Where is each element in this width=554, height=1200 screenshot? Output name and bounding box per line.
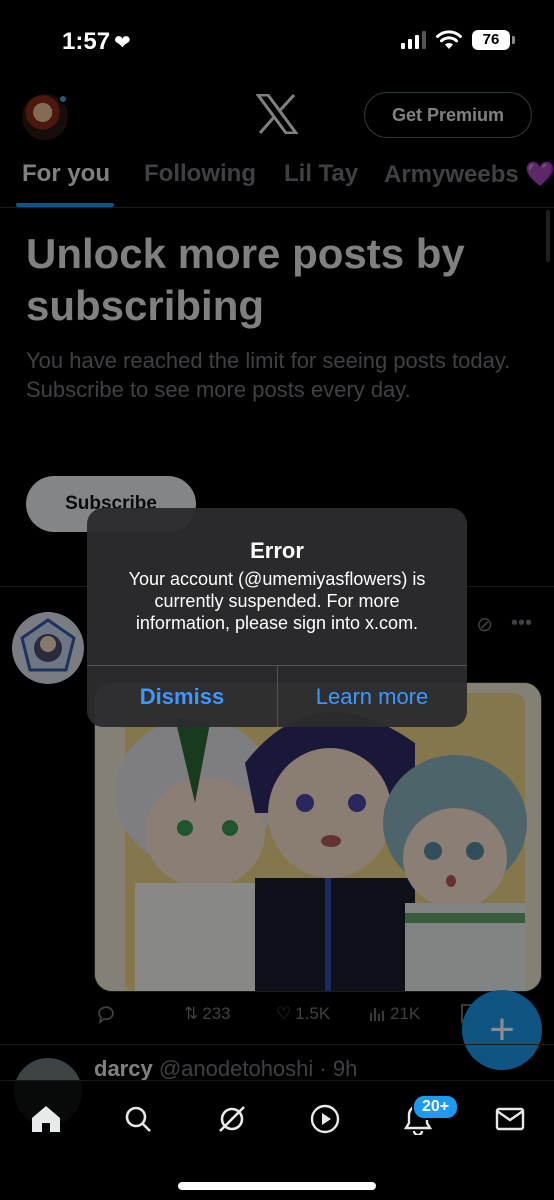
dismiss-button[interactable]: Dismiss (87, 666, 277, 727)
battery-icon: 76 (472, 30, 515, 50)
home-indicator[interactable] (178, 1182, 376, 1190)
nav-messages[interactable] (490, 1099, 530, 1139)
status-bar: 1:57 ❤ 76 (0, 0, 554, 80)
heart-icon: ❤ (114, 31, 131, 54)
home-icon (32, 1106, 60, 1132)
alert-message: Your account (@umemiyasflowers) is curre… (128, 569, 426, 633)
status-time: 1:57 ❤ (62, 28, 131, 56)
nav-search[interactable] (118, 1099, 158, 1139)
grok-icon (219, 1106, 245, 1132)
learn-more-button[interactable]: Learn more (277, 666, 467, 727)
signal-icon (401, 31, 426, 49)
video-icon (310, 1104, 340, 1134)
alert-title: Error (250, 538, 304, 563)
error-alert-dialog: Error Your account (@umemiyasflowers) is… (87, 508, 467, 727)
status-icons: 76 (401, 30, 515, 50)
search-icon (125, 1106, 151, 1132)
notifications-badge: 20+ (412, 1094, 460, 1120)
nav-home[interactable] (26, 1099, 66, 1139)
nav-grok[interactable] (212, 1099, 252, 1139)
wifi-icon (436, 30, 462, 49)
messages-icon (495, 1107, 525, 1131)
clock: 1:57 (62, 28, 111, 55)
nav-video[interactable] (305, 1099, 345, 1139)
